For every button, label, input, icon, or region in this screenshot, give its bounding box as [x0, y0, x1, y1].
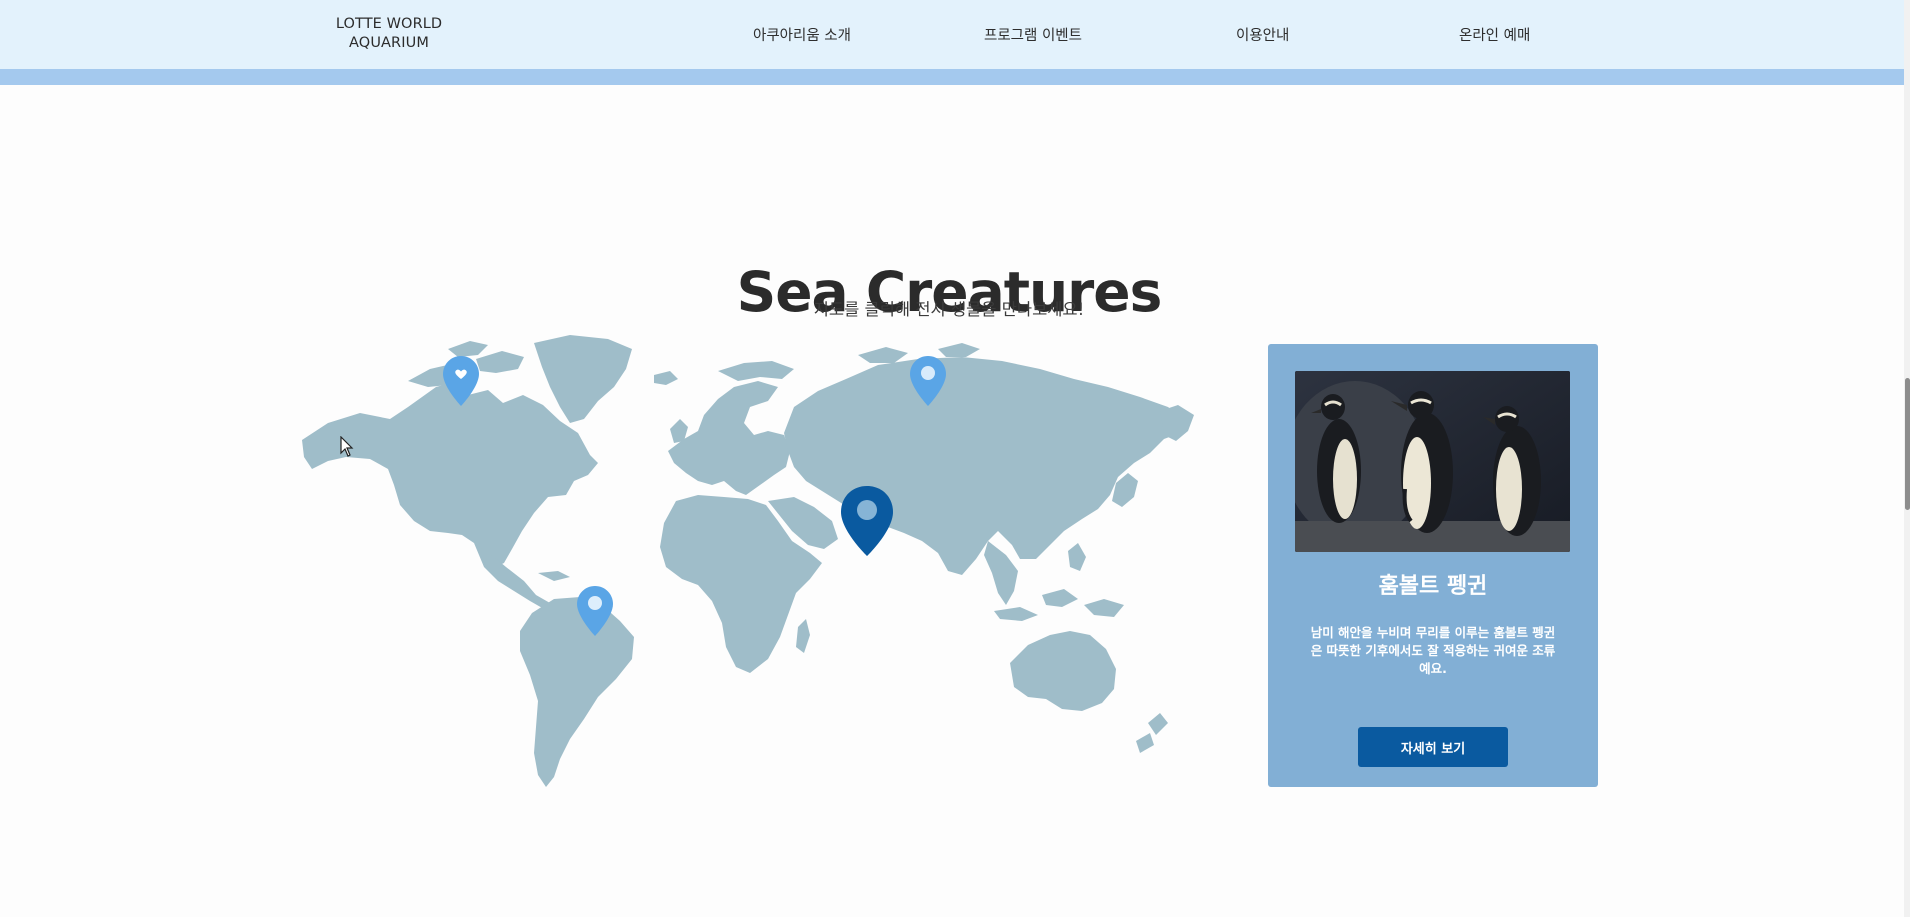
- creature-name: 훔볼트 펭귄: [1378, 574, 1488, 599]
- arctic-islands-shape-2: [476, 351, 524, 373]
- russia-pin[interactable]: [909, 355, 947, 407]
- pin-dot-icon: [857, 500, 877, 520]
- russia-islands-shape: [858, 347, 908, 363]
- madagascar-shape: [796, 619, 810, 653]
- logo-line-2: AQUARIUM: [349, 35, 429, 51]
- philippines-shape: [1068, 543, 1086, 571]
- pin-dot-icon: [921, 366, 935, 380]
- creature-card: 훔볼트 펭귄 남미 해안을 누비며 무리를 이루는 훔볼트 펭귄은 따뜻한 기후…: [1268, 344, 1598, 787]
- nav-booking[interactable]: 온라인 예매: [1459, 24, 1530, 45]
- continents: [302, 335, 1194, 787]
- page: LOTTE WORLD AQUARIUM 아쿠아리움 소개 프로그램 이벤트 이…: [0, 0, 1904, 917]
- site-logo[interactable]: LOTTE WORLD AQUARIUM: [318, 15, 460, 53]
- penguin-illustration: [1295, 371, 1570, 552]
- creature-description: 남미 해안을 누비며 무리를 이루는 훔볼트 펭귄은 따뜻한 기후에서도 잘 적…: [1310, 625, 1556, 676]
- world-map-graphic: [302, 335, 1194, 787]
- middle-east-pin[interactable]: [839, 485, 895, 557]
- canada-pin[interactable]: [442, 355, 480, 407]
- section-subtitle: 지도를 클릭해 전시 생물을 만나보세요!: [813, 300, 1085, 319]
- south-america-pin[interactable]: [576, 585, 614, 637]
- caribbean-shape: [538, 571, 570, 581]
- new-zealand-shape-2: [1136, 733, 1154, 753]
- greenland-shape: [534, 335, 632, 423]
- indonesia-shape: [994, 607, 1038, 621]
- nav-about[interactable]: 아쿠아리움 소개: [753, 24, 851, 45]
- logo-line-1: LOTTE WORLD: [335, 16, 443, 32]
- southeast-asia-shape: [984, 541, 1018, 605]
- nav-guide[interactable]: 이용안내: [1236, 24, 1289, 45]
- nav-programs[interactable]: 프로그램 이벤트: [984, 24, 1082, 45]
- world-map[interactable]: [298, 335, 1208, 790]
- europe-shape: [668, 381, 790, 495]
- scrollbar-thumb[interactable]: [1905, 378, 1910, 510]
- iceland-shape: [654, 371, 678, 385]
- site-header: LOTTE WORLD AQUARIUM 아쿠아리움 소개 프로그램 이벤트 이…: [0, 0, 1904, 69]
- pin-dot-icon: [588, 596, 602, 610]
- indonesia-shape-3: [1084, 599, 1124, 617]
- view-details-button[interactable]: 자세히 보기: [1358, 727, 1508, 767]
- penguin-photo: [1295, 371, 1570, 552]
- header-stripe: [0, 69, 1904, 85]
- mouse-cursor-icon: [340, 436, 354, 457]
- scandinavia-shape: [718, 361, 794, 381]
- page-scrollbar[interactable]: [1904, 0, 1910, 917]
- australia-shape: [1010, 631, 1116, 711]
- central-america-shape: [474, 543, 550, 609]
- new-zealand-shape: [1148, 713, 1168, 735]
- indonesia-shape-2: [1042, 589, 1078, 607]
- north-america-shape: [302, 381, 598, 567]
